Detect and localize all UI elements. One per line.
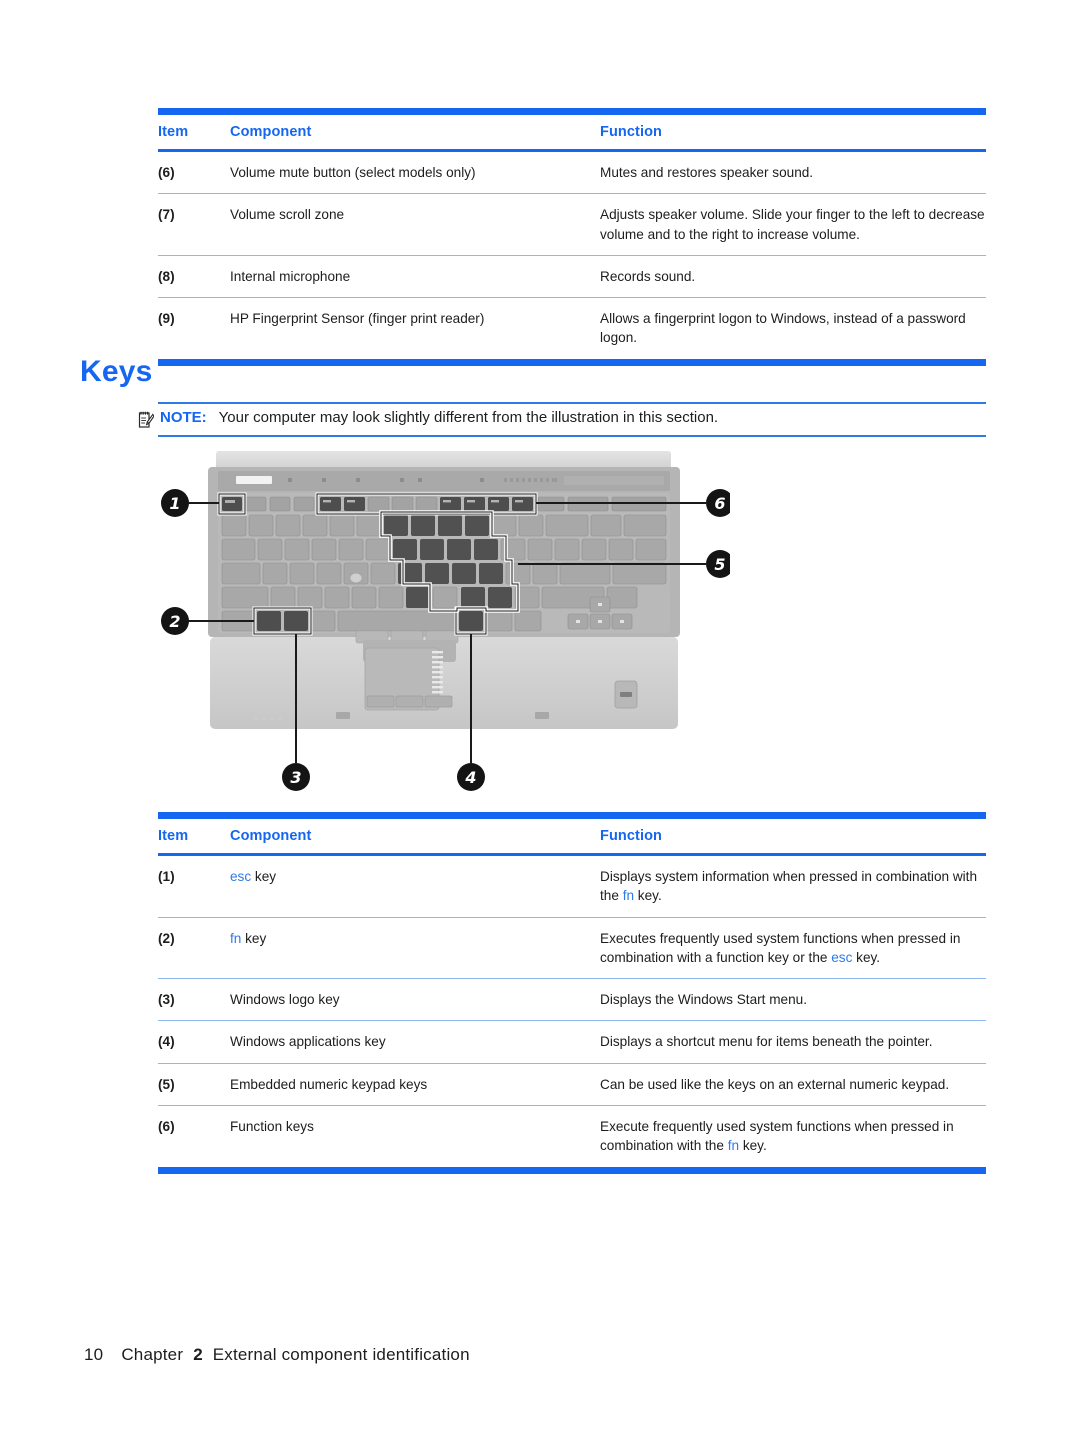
key-name: esc bbox=[831, 949, 853, 965]
callout-3: 3 bbox=[282, 763, 310, 791]
row-component: HP Fingerprint Sensor (finger print read… bbox=[230, 311, 485, 327]
table-rule-bottom bbox=[158, 358, 986, 366]
row-function: Execute frequently used system functions… bbox=[600, 1119, 954, 1154]
page-footer: 10 Chapter 2 External component identifica… bbox=[84, 1345, 470, 1365]
table-row: (5) Embedded numeric keypad keys Can be … bbox=[158, 1063, 986, 1106]
row-function: Displays system information when pressed… bbox=[600, 869, 978, 904]
column-header-function: Function bbox=[600, 124, 663, 140]
table-row: (7) Volume scroll zone Adjusts speaker v… bbox=[158, 194, 986, 256]
table-rule-bottom bbox=[158, 1166, 986, 1174]
key-name: fn bbox=[230, 930, 242, 946]
table-rule-top bbox=[158, 108, 986, 115]
row-item-number: (6) bbox=[158, 165, 175, 180]
footer-chapter-title: External component identification bbox=[212, 1345, 470, 1364]
svg-text:5: 5 bbox=[714, 555, 725, 574]
row-component: Internal microphone bbox=[230, 268, 351, 284]
svg-text:6: 6 bbox=[714, 494, 725, 513]
note-callout: NOTE: Your computer may look slightly di… bbox=[138, 402, 986, 437]
row-function: Displays the Windows Start menu. bbox=[600, 992, 808, 1008]
table-row: (6) Function keys Execute frequently use… bbox=[158, 1106, 986, 1167]
row-function: Executes frequently used system function… bbox=[600, 930, 961, 965]
row-function: Records sound. bbox=[600, 268, 696, 284]
column-header-component: Component bbox=[230, 828, 312, 844]
note-text: Your computer may look slightly differen… bbox=[218, 409, 719, 426]
row-item-number: (6) bbox=[158, 1119, 175, 1135]
row-component: fn key bbox=[230, 930, 267, 946]
note-label: NOTE: bbox=[160, 409, 207, 426]
row-item-number: (7) bbox=[158, 207, 175, 223]
table-row: (9) HP Fingerprint Sensor (finger print … bbox=[158, 298, 986, 359]
column-header-item: Item bbox=[158, 828, 189, 844]
row-item-number: (3) bbox=[158, 992, 175, 1008]
components-table-bottom: Item Component Function (1) esc key Disp… bbox=[158, 812, 986, 1174]
svg-text:4: 4 bbox=[464, 768, 476, 787]
page-title: Keys bbox=[80, 355, 153, 388]
row-item-number: (2) bbox=[158, 930, 175, 946]
row-component: Windows logo key bbox=[230, 992, 340, 1008]
column-header-function: Function bbox=[600, 828, 663, 844]
table-row: (6) Volume mute button (select models on… bbox=[158, 151, 986, 194]
callout-4: 4 bbox=[457, 763, 485, 791]
callout-1: 1 bbox=[161, 489, 189, 517]
laptop-keyboard-illustration: 1 2 3 4 5 6 bbox=[160, 445, 730, 795]
row-component: esc key bbox=[230, 869, 277, 884]
row-component: Volume mute button (select models only) bbox=[230, 165, 476, 180]
row-function: Allows a fingerprint logon to Windows, i… bbox=[600, 311, 966, 346]
row-function: Adjusts speaker volume. Slide your finge… bbox=[600, 207, 985, 242]
row-item-number: (8) bbox=[158, 268, 175, 284]
callout-5: 5 bbox=[706, 550, 730, 578]
column-header-component: Component bbox=[230, 124, 312, 140]
key-name: esc bbox=[230, 869, 252, 884]
table-row: (4) Windows applications key Displays a … bbox=[158, 1021, 986, 1064]
table-header-row: Item Component Function bbox=[158, 819, 986, 855]
table-row: (3) Windows logo key Displays the Window… bbox=[158, 979, 986, 1021]
row-component: Embedded numeric keypad keys bbox=[230, 1076, 428, 1092]
svg-text:3: 3 bbox=[290, 768, 301, 787]
svg-text:1: 1 bbox=[169, 494, 180, 513]
table-row: (1) esc key Displays system information … bbox=[158, 855, 986, 918]
column-header-item: Item bbox=[158, 124, 189, 140]
row-item-number: (5) bbox=[158, 1076, 175, 1092]
table-row: (8) Internal microphone Records sound. bbox=[158, 255, 986, 298]
row-function: Can be used like the keys on an external… bbox=[600, 1076, 950, 1092]
callout-2: 2 bbox=[161, 607, 189, 635]
footer-chapter-number: 2 bbox=[193, 1345, 203, 1364]
table-rule-top bbox=[158, 812, 986, 819]
row-item-number: (1) bbox=[158, 869, 175, 884]
note-pencil-icon bbox=[138, 411, 155, 429]
components-table-top: Item Component Function (6) Volume mute … bbox=[158, 108, 986, 366]
callout-6: 6 bbox=[706, 489, 730, 517]
table-row: (2) fn key Executes frequently used syst… bbox=[158, 917, 986, 979]
footer-page-number: 10 bbox=[84, 1345, 104, 1364]
row-component: Volume scroll zone bbox=[230, 207, 345, 223]
svg-text:2: 2 bbox=[169, 612, 180, 631]
row-function: Displays a shortcut menu for items benea… bbox=[600, 1034, 933, 1050]
table-header-row: Item Component Function bbox=[158, 115, 986, 151]
row-item-number: (9) bbox=[158, 311, 175, 327]
key-name: fn bbox=[622, 888, 635, 904]
footer-chapter-word: Chapter bbox=[121, 1345, 184, 1364]
row-component: Function keys bbox=[230, 1119, 314, 1135]
key-name: fn bbox=[727, 1138, 740, 1154]
row-component: Windows applications key bbox=[230, 1034, 386, 1050]
row-item-number: (4) bbox=[158, 1034, 175, 1050]
row-function: Mutes and restores speaker sound. bbox=[600, 165, 814, 180]
